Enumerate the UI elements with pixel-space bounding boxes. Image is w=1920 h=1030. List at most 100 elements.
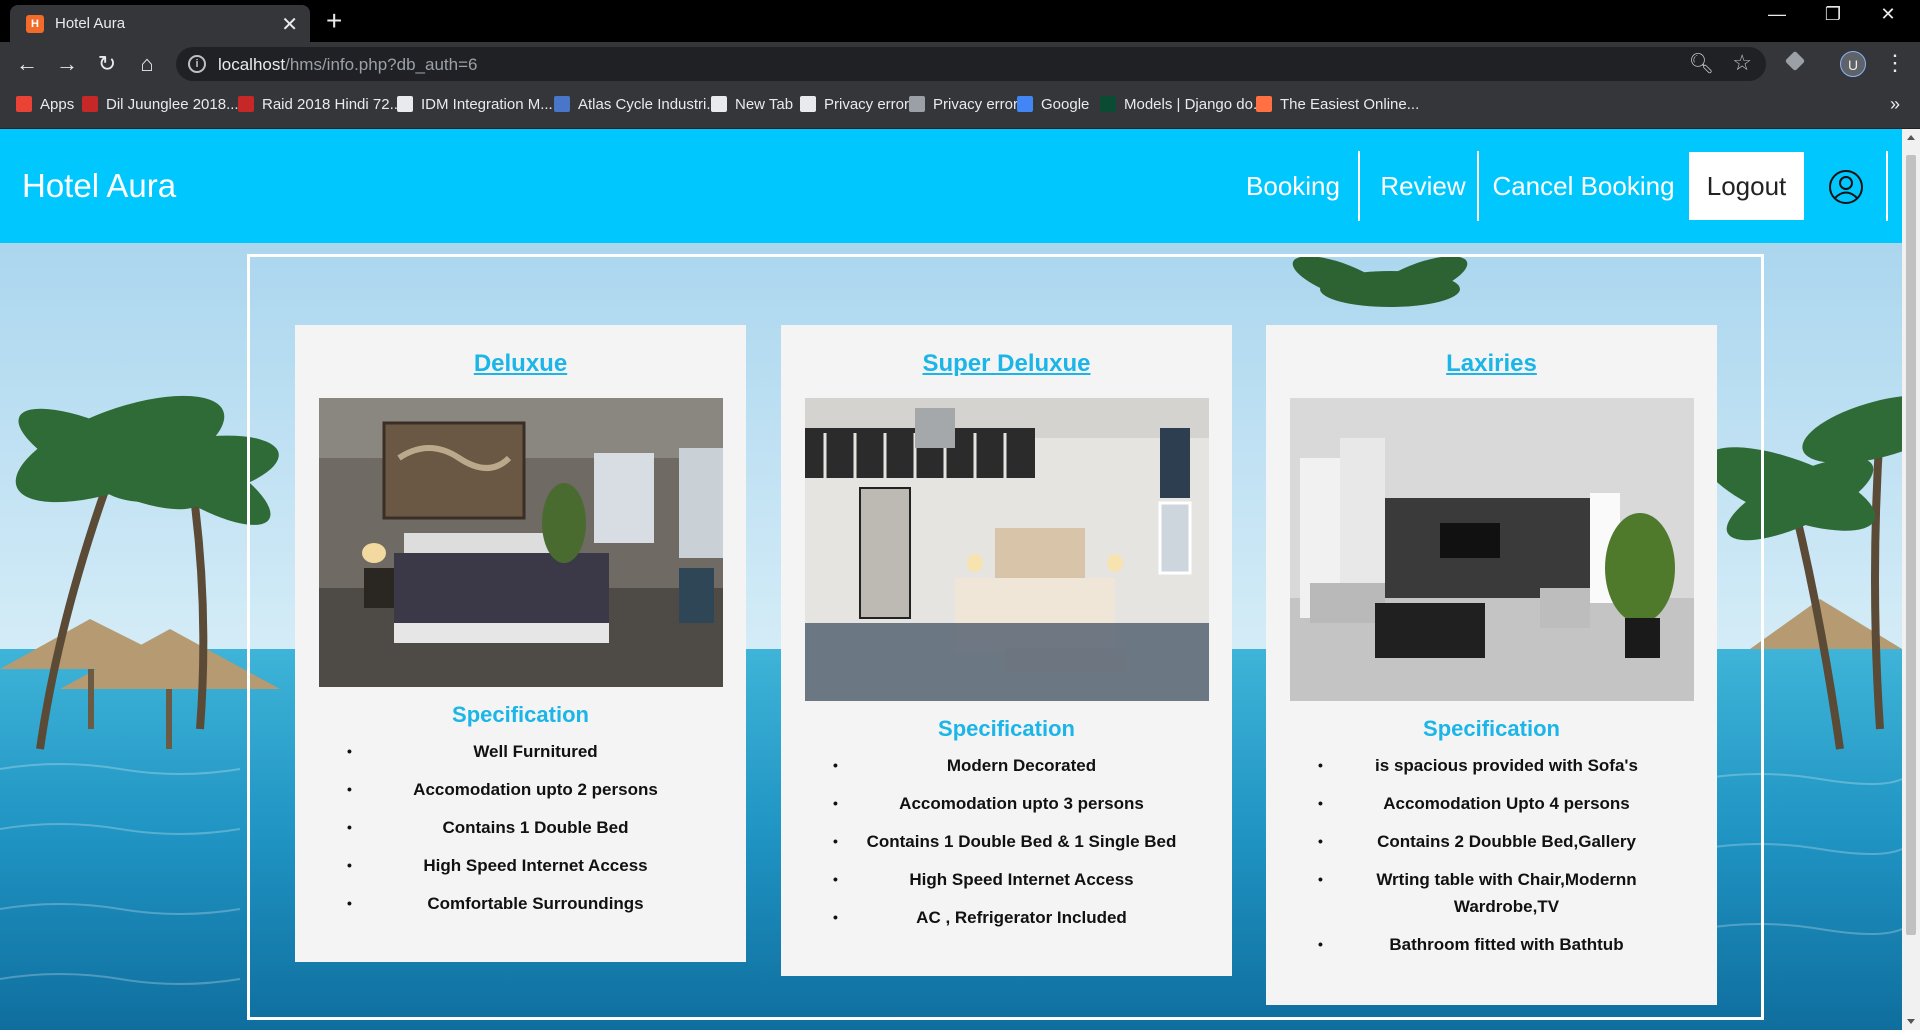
bookmark-item[interactable]: Google — [1017, 96, 1089, 113]
bookmarks-bar: Apps Dil Juunglee 2018... Raid 2018 Hindi … — [0, 86, 1920, 129]
spec-list: is spacious provided with Sofa's Accomod… — [1266, 752, 1717, 969]
spec-heading: Specification — [452, 702, 589, 727]
apps-grid-icon — [16, 96, 32, 112]
bookmark-item[interactable]: Models | Django do... — [1100, 96, 1265, 113]
new-tab-icon[interactable]: + — [326, 6, 342, 36]
bookmark-favicon-icon — [1256, 96, 1272, 112]
bookmark-item[interactable]: Apps — [16, 96, 74, 113]
scroll-up-icon[interactable] — [1907, 135, 1915, 140]
bookmark-label: Privacy error — [824, 96, 910, 113]
browser-menu-icon[interactable]: ⋮ — [1884, 50, 1906, 76]
bookmark-label: The Easiest Online... — [1280, 96, 1420, 113]
home-icon[interactable]: ⌂ — [132, 49, 162, 79]
scrollbar-thumb[interactable] — [1906, 155, 1916, 935]
bookmark-item[interactable]: Privacy error — [800, 96, 909, 113]
list-item: Contains 2 Doubble Bed,Gallery — [1266, 828, 1717, 855]
room-title-link[interactable]: Laxiries — [1266, 350, 1717, 378]
tab-close-icon[interactable]: ✕ — [281, 12, 298, 37]
nav-divider — [1358, 151, 1360, 221]
page-content: Hotel Aura Booking Review Cancel Booking… — [0, 129, 1902, 1030]
bookmark-label: Dil Juunglee 2018... — [106, 96, 239, 113]
list-item: Well Furnitured — [295, 738, 746, 765]
nav-cancel-booking[interactable]: Cancel Booking — [1486, 151, 1681, 221]
bookmarks-overflow-icon[interactable]: » — [1890, 94, 1900, 115]
site-brand[interactable]: Hotel Aura — [22, 167, 176, 205]
xampp-favicon-icon: H — [26, 15, 44, 33]
bookmark-favicon-icon — [82, 96, 98, 112]
bookmark-star-icon[interactable]: ☆ — [1732, 50, 1752, 76]
zoom-icon[interactable]: 🔍︎ — [1689, 51, 1714, 76]
bookmark-item[interactable]: Atlas Cycle Industri... — [554, 96, 719, 113]
user-account-icon[interactable] — [1828, 169, 1864, 205]
list-item: Bathroom fitted with Bathtub — [1266, 931, 1717, 958]
window-close-icon[interactable]: ✕ — [1868, 4, 1908, 25]
list-item: Accomodation upto 3 persons — [781, 790, 1232, 817]
list-item: is spacious provided with Sofa's — [1266, 752, 1717, 779]
list-item: AC , Refrigerator Included — [781, 904, 1232, 931]
list-item: Contains 1 Double Bed — [295, 814, 746, 841]
list-item: Contains 1 Double Bed & 1 Single Bed — [781, 828, 1232, 855]
bookmark-favicon-icon — [800, 96, 816, 112]
browser-tab[interactable]: H Hotel Aura ✕ — [10, 5, 310, 42]
spec-heading: Specification — [1423, 716, 1560, 741]
list-item: Modern Decorated — [781, 752, 1232, 779]
bookmark-favicon-icon — [554, 96, 570, 112]
bookmark-item[interactable]: Privacy error — [909, 96, 1018, 113]
bookmark-favicon-icon — [238, 96, 254, 112]
bookmark-item[interactable]: Raid 2018 Hindi 72... — [238, 96, 402, 113]
profile-avatar[interactable]: U — [1840, 51, 1866, 77]
bookmark-item[interactable]: IDM Integration M... — [397, 96, 553, 113]
spec-list: Modern Decorated Accomodation upto 3 per… — [781, 752, 1232, 942]
list-item: Comfortable Surroundings — [295, 890, 746, 917]
page-scrollbar[interactable] — [1902, 129, 1920, 1030]
bookmark-favicon-icon — [1100, 96, 1116, 112]
room-title-link[interactable]: Super Deluxue — [781, 350, 1232, 378]
browser-chrome: H Hotel Aura ✕ + — ❐ ✕ ← → ↻ ⌂ i localho… — [0, 0, 1920, 129]
address-bar[interactable]: i localhost/hms/info.php?db_auth=6 🔍︎ ☆ — [176, 47, 1766, 81]
back-icon[interactable]: ← — [12, 49, 42, 79]
tab-title: Hotel Aura — [55, 15, 126, 32]
bookmark-item[interactable]: New Tab — [711, 96, 793, 113]
room-card-luxuries: Laxiries Specification is spacious provi… — [1266, 325, 1717, 1005]
bookmark-label: Privacy error — [933, 96, 1019, 113]
spec-list: Well Furnitured Accomodation upto 2 pers… — [295, 738, 746, 928]
bookmark-favicon-icon — [909, 96, 925, 112]
scroll-down-icon[interactable] — [1907, 1019, 1915, 1024]
site-navbar: Hotel Aura Booking Review Cancel Booking… — [0, 129, 1902, 243]
bookmark-favicon-icon — [1017, 96, 1033, 112]
bookmark-item[interactable]: The Easiest Online... — [1256, 96, 1419, 113]
forward-icon[interactable]: → — [52, 49, 82, 79]
bookmark-label: Atlas Cycle Industri... — [578, 96, 719, 113]
list-item: Wrting table with Chair,Modernn Wardrobe… — [1266, 866, 1717, 920]
restore-icon[interactable]: ❐ — [1813, 4, 1853, 25]
bookmark-label: Google — [1041, 96, 1090, 113]
bookmark-label: Apps — [40, 96, 75, 113]
room-card-deluxe: Deluxue Specification Well Furnitured Ac… — [295, 325, 746, 962]
room-title-link[interactable]: Deluxue — [295, 350, 746, 378]
url-text: localhost/hms/info.php?db_auth=6 — [218, 55, 478, 74]
reload-icon[interactable]: ↻ — [92, 49, 122, 79]
list-item: Accomodation Upto 4 persons — [1266, 790, 1717, 817]
bookmark-label: Raid 2018 Hindi 72... — [262, 96, 403, 113]
room-photo-deluxe — [319, 398, 723, 687]
room-card-super-deluxe: Super Deluxue Specification Modern Decor… — [781, 325, 1232, 976]
bookmark-label: New Tab — [735, 96, 794, 113]
nav-divider — [1886, 151, 1888, 221]
nav-booking[interactable]: Booking — [1238, 151, 1348, 221]
bookmark-favicon-icon — [397, 96, 413, 112]
nav-divider — [1477, 151, 1479, 221]
list-item: High Speed Internet Access — [781, 866, 1232, 893]
room-photo-luxuries — [1290, 398, 1694, 701]
spec-heading: Specification — [938, 716, 1075, 741]
logout-button[interactable]: Logout — [1689, 152, 1804, 220]
bookmark-item[interactable]: Dil Juunglee 2018... — [82, 96, 239, 113]
browser-toolbar: ← → ↻ ⌂ i localhost/hms/info.php?db_auth… — [0, 42, 1920, 86]
site-info-icon[interactable]: i — [188, 55, 206, 73]
list-item: High Speed Internet Access — [295, 852, 746, 879]
list-item: Accomodation upto 2 persons — [295, 776, 746, 803]
bookmark-label: Models | Django do... — [1124, 96, 1266, 113]
minimize-icon[interactable]: — — [1757, 4, 1797, 25]
nav-review[interactable]: Review — [1368, 151, 1478, 221]
bookmark-favicon-icon — [711, 96, 727, 112]
tab-bar: H Hotel Aura ✕ + — ❐ ✕ — [0, 0, 1920, 42]
